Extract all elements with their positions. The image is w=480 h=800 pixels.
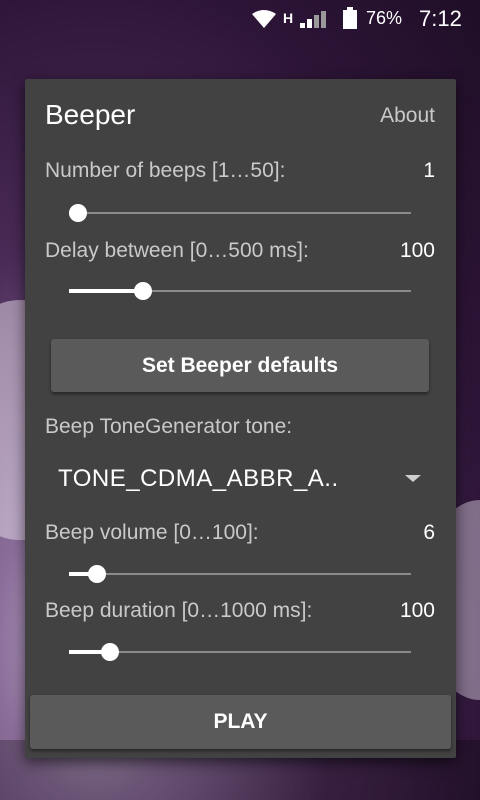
- wifi-icon: [252, 10, 276, 34]
- delay-slider[interactable]: [69, 279, 411, 303]
- tone-dropdown[interactable]: TONE_CDMA_ABBR_A..: [45, 455, 437, 499]
- slider-fill: [69, 289, 143, 293]
- delay-label: Delay between [0…500 ms]:: [45, 239, 309, 262]
- beeps-value: 1: [423, 159, 435, 182]
- status-bar: H 76% 7:12: [0, 0, 480, 38]
- volume-value: 6: [423, 521, 435, 544]
- about-button[interactable]: About: [380, 104, 435, 128]
- slider-thumb[interactable]: [88, 565, 107, 583]
- duration-label: Beep duration [0…1000 ms]:: [45, 599, 313, 622]
- duration-value: 100: [399, 599, 435, 622]
- tone-label: Beep ToneGenerator tone:: [45, 415, 293, 438]
- status-time: 7:12: [419, 6, 462, 31]
- volume-slider[interactable]: [69, 562, 411, 586]
- slider-track: [69, 651, 411, 653]
- dialog-title: Beeper: [45, 99, 136, 130]
- chevron-down-icon: [405, 475, 421, 482]
- beeps-label: Number of beeps [1…50]:: [45, 159, 286, 182]
- slider-thumb[interactable]: [133, 282, 152, 300]
- beeper-dialog: Beeper About Number of beeps [1…50]: 1 D…: [25, 79, 456, 758]
- slider-track: [69, 212, 411, 214]
- slider-track: [69, 573, 411, 575]
- slider-thumb[interactable]: [101, 643, 120, 661]
- delay-value: 100: [399, 239, 435, 262]
- battery-percent: 76%: [366, 8, 403, 28]
- network-type-label: H: [283, 10, 294, 26]
- tone-selected-value: TONE_CDMA_ABBR_A..: [58, 465, 339, 492]
- play-button[interactable]: PLAY: [30, 695, 451, 749]
- signal-icon: [300, 10, 328, 34]
- slider-thumb[interactable]: [69, 204, 87, 222]
- beeps-slider[interactable]: [69, 201, 411, 225]
- battery-icon: [343, 7, 357, 35]
- set-defaults-button[interactable]: Set Beeper defaults: [51, 339, 429, 392]
- volume-label: Beep volume [0…100]:: [45, 521, 259, 544]
- duration-slider[interactable]: [69, 640, 411, 664]
